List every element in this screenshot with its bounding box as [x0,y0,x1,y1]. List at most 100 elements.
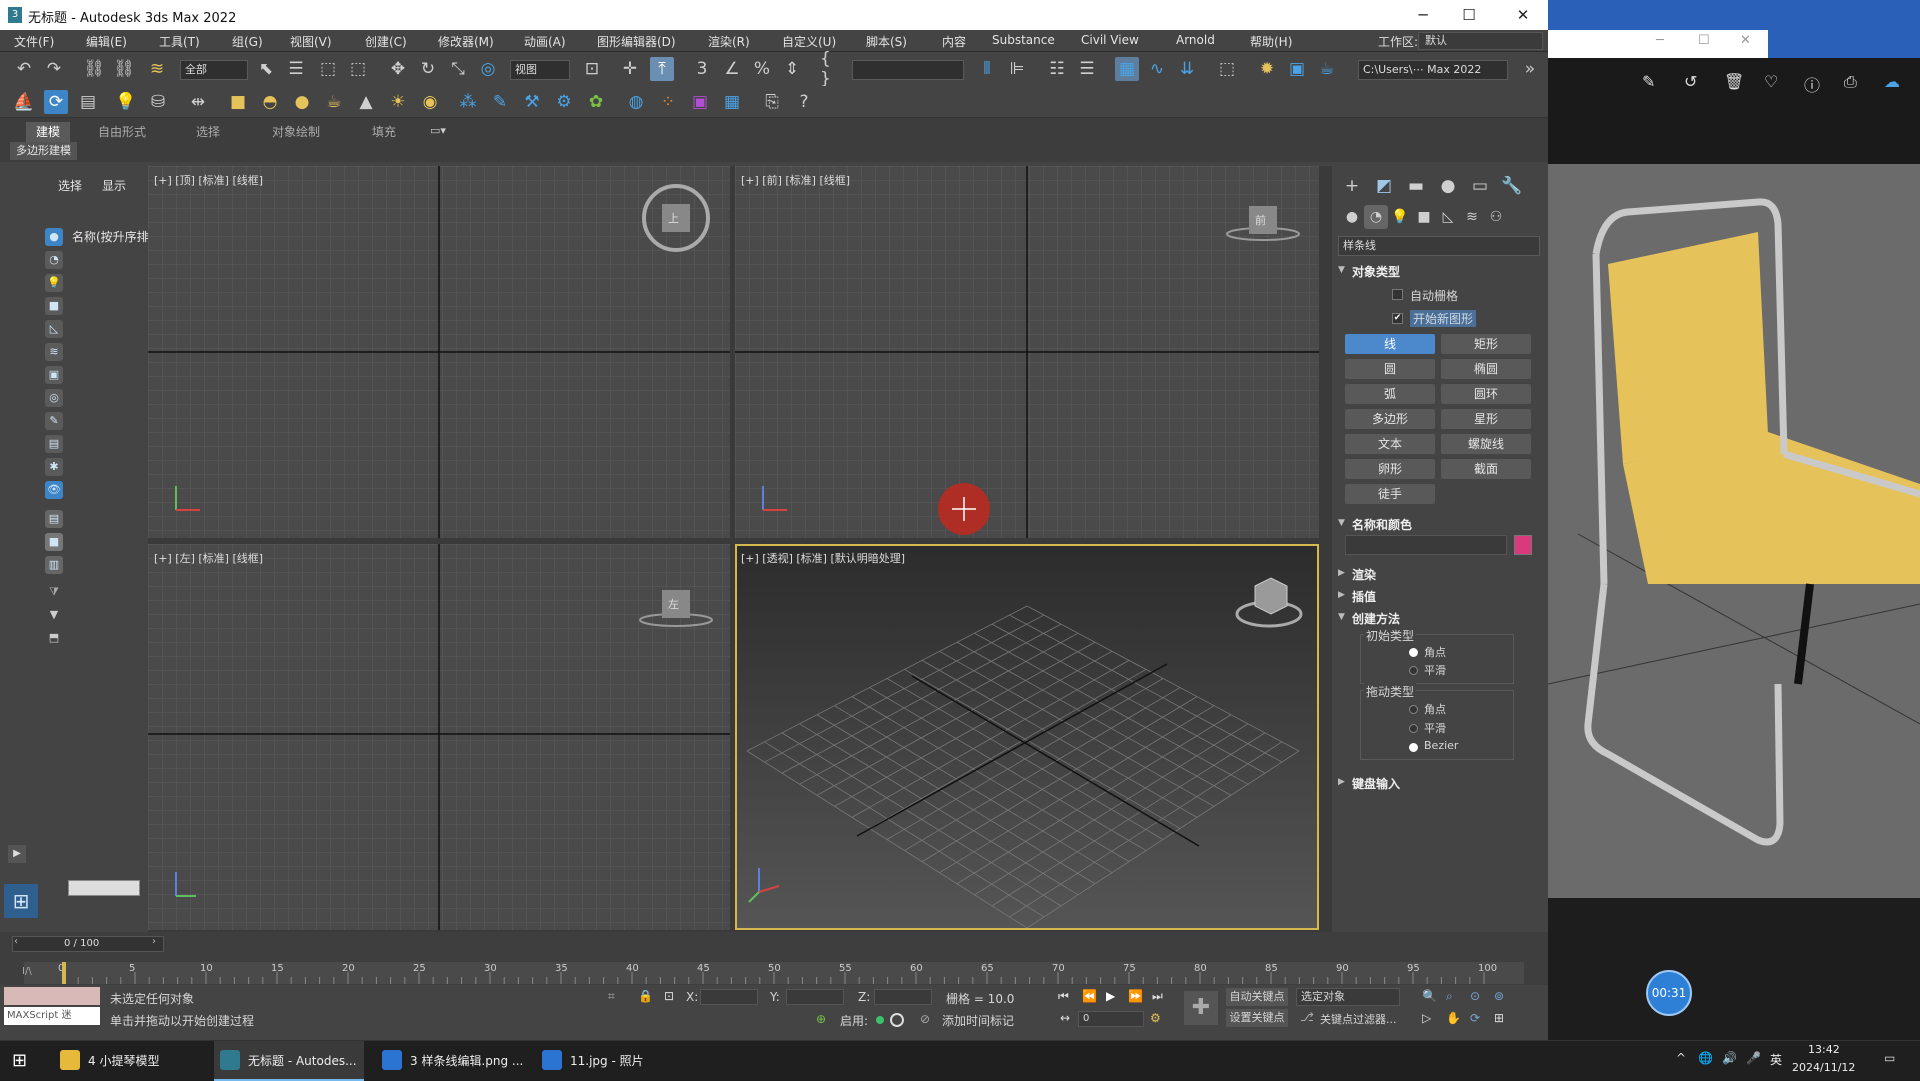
play-icon[interactable]: ▶ [1106,989,1115,1003]
layer-explorer-icon[interactable]: ☰ [1075,57,1099,81]
menu-view[interactable]: 视图(V) [290,33,332,50]
initial-smooth-radio[interactable] [1409,666,1418,675]
systems-category-icon[interactable]: ⚇ [1484,205,1508,229]
toggle-ribbon-icon[interactable]: ▦ [1115,57,1139,81]
batch-render-icon[interactable]: ▦ [720,90,744,114]
set-key-big-icon[interactable]: ✚ [1184,991,1218,1025]
current-frame-input[interactable]: 0 [1078,1011,1144,1027]
window-crossing-icon[interactable]: ⬚ [346,57,370,81]
display-bones-icon[interactable]: ✎ [45,412,63,430]
align-icon[interactable]: ⊫ [1005,57,1029,81]
viewcube-front[interactable]: 前 [1255,212,1266,228]
camera-match-icon[interactable]: ▣ [688,90,712,114]
bind-spacewarp-icon[interactable]: ≋ [145,57,169,81]
select-by-name-icon[interactable]: ☰ [284,57,308,81]
cone-icon[interactable]: ▲ [354,90,378,114]
foliage-icon[interactable]: ✿ [584,90,608,114]
utilities-tab-icon[interactable]: 🔧 [1500,174,1524,198]
box-primitive-icon[interactable]: ■ [226,90,250,114]
menu-arnold[interactable]: Arnold [1176,33,1215,47]
volume-icon[interactable]: 🔊 [1722,1051,1737,1065]
pan-icon[interactable]: ✋ [1446,1011,1461,1025]
favorite-icon[interactable]: ♡ [1764,72,1778,91]
ribbon-tab-freeform[interactable]: 自由形式 [88,122,156,142]
helix-button[interactable]: 螺旋线 [1441,434,1531,454]
spacewarps-category-icon[interactable]: ≋ [1460,205,1484,229]
particle-icon[interactable]: ⁂ [456,90,480,114]
unlink-icon[interactable]: ⛓ [112,57,136,81]
layers-view-icon[interactable]: ▥ [45,556,63,574]
rendered-frame-window-icon[interactable]: ▣ [1285,57,1309,81]
orbit-icon[interactable]: ⟳ [1470,1011,1480,1025]
set-key-button[interactable]: 设置关键点 [1226,1009,1288,1027]
viewport-top-label[interactable]: [+] [顶] [标准] [线框] [154,172,263,188]
percent-snap-icon[interactable]: % [750,57,774,81]
project-path-dropdown[interactable]: C:\Users\⋯ Max 2022 [1358,60,1508,80]
donut-button[interactable]: 圆环 [1441,384,1531,404]
light-lister-icon[interactable]: 💡 [114,90,138,114]
creation-method-header[interactable]: 创建方法 [1352,610,1400,627]
shapes-category-icon[interactable]: ◔ [1364,205,1388,229]
display-spacewarps-icon[interactable]: ≋ [45,343,63,361]
fluid-icon[interactable]: ⚙ [552,90,576,114]
time-config-icon[interactable]: ⚙ [1150,1011,1161,1025]
hierarchy-tab-icon[interactable]: ▬ [1404,174,1428,198]
asset-tracking-icon[interactable]: ⛁ [146,90,170,114]
menu-create[interactable]: 创建(C) [365,33,407,50]
curve-editor-icon[interactable]: ∿ [1145,57,1169,81]
delete-icon[interactable]: 🗑 [1724,72,1744,91]
ngon-button[interactable]: 多边形 [1345,409,1435,429]
scene-tab-select[interactable]: 选择 [58,177,82,194]
display-shapes-icon[interactable]: ◔ [45,251,63,269]
named-selection-sets-icon[interactable]: { } [820,49,844,89]
start-icon[interactable]: ⊞ [12,1051,32,1071]
zoom-icon[interactable]: 🔍 [1422,989,1437,1003]
close-button[interactable]: ✕ [1500,0,1546,30]
open-explorer-icon[interactable]: ⛵ [12,90,36,114]
ruler-icon[interactable]: ⇹ [186,90,210,114]
rollout-collapse-icon[interactable]: ▼ [1338,612,1345,622]
star-button[interactable]: 星形 [1441,409,1531,429]
auto-grid-checkbox[interactable] [1392,289,1403,300]
menu-help[interactable]: 帮助(H) [1250,33,1292,50]
schematic-view-icon[interactable]: ⇊ [1175,57,1199,81]
interpolation-rollout[interactable]: 插值 [1352,588,1376,605]
sphere-icon[interactable]: ● [290,90,314,114]
viewport-perspective-label[interactable]: [+] [透视] [标准] [默认明暗处理] [741,550,905,566]
drag-smooth-radio[interactable] [1409,724,1418,733]
viewport-front-label[interactable]: [+] [前] [标准] [线框] [741,172,850,188]
rollout-expand-icon[interactable]: ▶ [1338,777,1345,787]
select-manipulate-icon[interactable]: ✛ [618,57,642,81]
viewport-top[interactable]: [+] [顶] [标准] [线框] 上 [148,166,730,538]
viewport-front[interactable]: [+] [前] [标准] [线框] 前 [735,166,1319,538]
placement-icon[interactable]: ◎ [476,57,500,81]
drag-bezier-radio[interactable] [1409,743,1418,752]
ellipse-button[interactable]: 椭圆 [1441,359,1531,379]
color-clipboard-icon[interactable]: ⁘ [656,90,680,114]
z-coord-input[interactable] [874,989,932,1005]
snaps-toggle-icon[interactable]: 3 [690,57,714,81]
clock-time[interactable]: 13:42 [1808,1043,1840,1056]
egg-button[interactable]: 卵形 [1345,459,1435,479]
menu-rendering[interactable]: 渲染(R) [708,33,750,50]
photos-minimize-icon[interactable]: ─ [1656,33,1664,48]
teapot-icon[interactable]: ☕ [322,90,346,114]
rollout-collapse-icon[interactable]: ▼ [1338,518,1345,528]
scene-column-header[interactable]: 名称(按升序排 [72,228,149,245]
create-tab-icon[interactable]: + [1340,174,1364,198]
rectangle-button[interactable]: 矩形 [1441,334,1531,354]
sun-light-icon[interactable]: ☀ [386,90,410,114]
material-editor-icon[interactable]: ⬚ [1215,57,1239,81]
filter-icon[interactable]: ▼ [45,606,63,624]
key-filter-icon[interactable]: ⎇ [1300,1010,1314,1024]
named-selection-dropdown[interactable] [852,60,964,80]
display-geometry-icon[interactable]: ● [45,228,63,246]
display-lights-icon[interactable]: 💡 [45,274,63,292]
menu-scripting[interactable]: 脚本(S) [866,33,907,50]
minimize-button[interactable]: ─ [1400,0,1446,30]
hemisphere-icon[interactable]: ◓ [258,90,282,114]
lights-category-icon[interactable]: 💡 [1388,205,1412,229]
lock-selection-icon[interactable]: 🔒 [638,989,653,1003]
viewport-perspective[interactable]: [+] [透视] [标准] [默认明暗处理] [735,544,1319,930]
clock-date[interactable]: 2024/11/12 [1792,1061,1855,1074]
